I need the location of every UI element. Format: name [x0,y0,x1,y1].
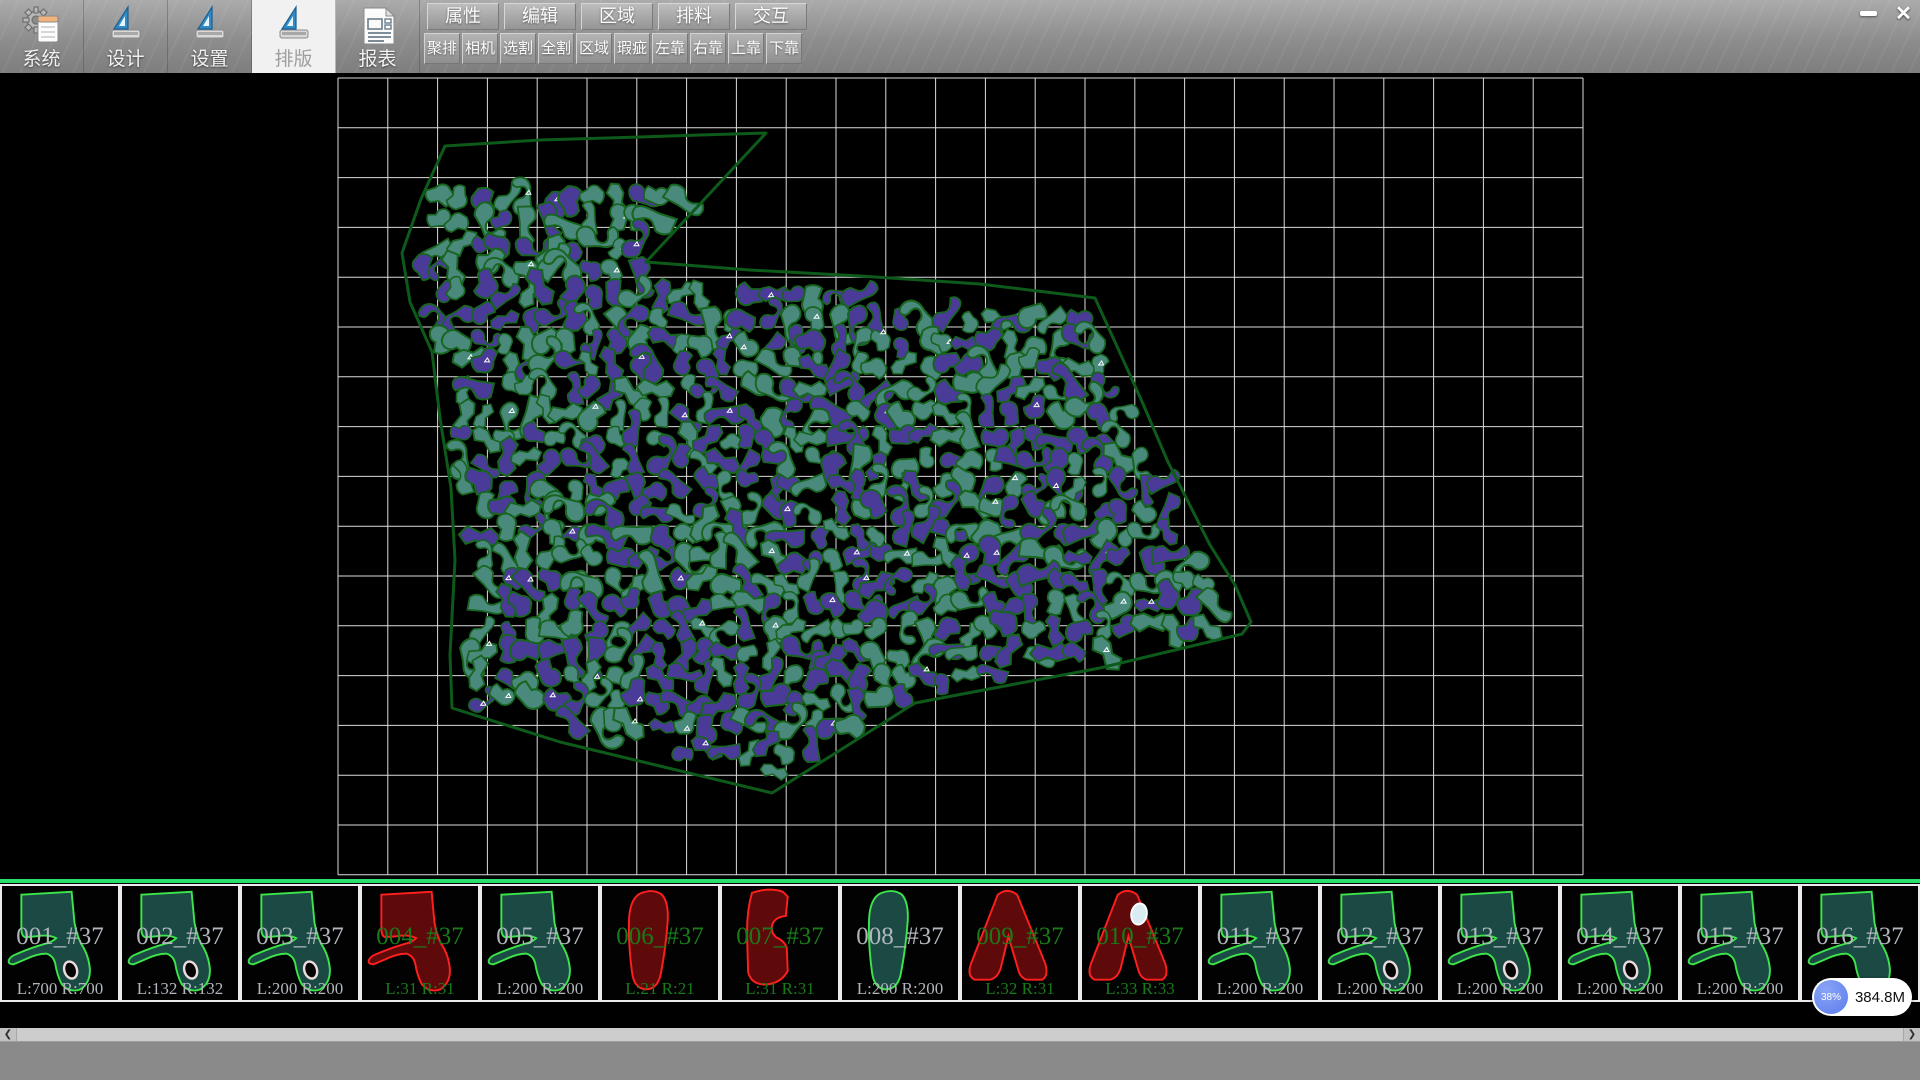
settings-ruler-icon [187,3,233,49]
main-tab-3[interactable]: 排版 [252,0,336,73]
piece-cell-007_#37[interactable]: 007_#37 L:31 R:31 [720,884,840,1002]
piece-lr-label: L:31 R:31 [362,979,478,999]
piece-strip: 001_#37L:700 R:700002_#37L:132 R:132003_… [0,884,1920,1002]
header-bar: 系统设计设置排版报表 属性编辑区域排料交互 聚排相机选割全割区域瑕疵左靠右靠上靠… [0,0,1920,73]
piece-cell-005_#37[interactable]: 005_#37 L:200 R:200 [480,884,600,1002]
piece-id-label: 008_#37 [842,923,958,951]
tool-button-8[interactable]: 上靠 [728,33,764,64]
piece-lr-label: L:200 R:200 [1562,979,1678,999]
piece-lr-label: L:200 R:200 [1202,979,1318,999]
piece-lr-label: L:200 R:200 [1682,979,1798,999]
menu-item-1[interactable]: 编辑 [504,3,576,30]
piece-cell-012_#37[interactable]: 012_#37 L:200 R:200 [1320,884,1440,1002]
horizontal-scrollbar[interactable]: ❮ ❯ [0,1028,1920,1041]
tool-button-2[interactable]: 选割 [500,33,536,64]
piece-id-label: 001_#37 [2,923,118,951]
piece-lr-label: L:33 R:33 [1082,979,1198,999]
piece-cell-014_#37[interactable]: 014_#37 L:200 R:200 [1560,884,1680,1002]
toolbar: 聚排相机选割全割区域瑕疵左靠右靠上靠下靠 [424,33,802,64]
progress-badge[interactable]: 38% 384.8M [1812,978,1912,1016]
main-tab-label: 设计 [106,50,144,70]
piece-cell-010_#37[interactable]: 010_#37 L:33 R:33 [1080,884,1200,1002]
piece-id-label: 010_#37 [1082,923,1198,951]
piece-id-label: 015_#37 [1682,923,1798,951]
piece-lr-label: L:200 R:200 [482,979,598,999]
minimize-button[interactable] [1851,2,1885,24]
tool-button-3[interactable]: 全割 [538,33,574,64]
main-tab-label: 设置 [190,50,228,70]
progress-size-label: 384.8M [1848,989,1912,1006]
piece-cell-003_#37[interactable]: 003_#37 L:200 R:200 [240,884,360,1002]
menu-item-2[interactable]: 区域 [581,3,653,30]
piece-id-label: 006_#37 [602,923,718,951]
tool-button-9[interactable]: 下靠 [766,33,802,64]
main-tab-label: 报表 [358,50,396,70]
nesting-canvas[interactable] [0,73,1920,879]
piece-lr-label: L:200 R:200 [242,979,358,999]
piece-cell-015_#37[interactable]: 015_#37 L:200 R:200 [1680,884,1800,1002]
piece-cell-006_#37[interactable]: 006_#37 L:21 R:21 [600,884,720,1002]
tool-button-0[interactable]: 聚排 [424,33,460,64]
piece-lr-label: L:132 R:132 [122,979,238,999]
tool-button-5[interactable]: 瑕疵 [614,33,650,64]
piece-lr-label: L:21 R:21 [602,979,718,999]
piece-id-label: 016_#37 [1802,923,1918,951]
menu-item-3[interactable]: 排料 [658,3,730,30]
strip-separator-line [0,879,1920,883]
tool-button-7[interactable]: 右靠 [690,33,726,64]
nesting-drawing [0,73,1920,879]
piece-id-label: 013_#37 [1442,923,1558,951]
progress-circle: 38% [1814,980,1848,1014]
main-tab-label: 系统 [22,50,60,70]
design-ruler-icon [103,3,149,49]
piece-cell-002_#37[interactable]: 002_#37 L:132 R:132 [120,884,240,1002]
system-gear-icon [19,3,65,49]
minimize-icon [1860,11,1877,16]
piece-lr-label: L:200 R:200 [1442,979,1558,999]
tool-button-6[interactable]: 左靠 [652,33,688,64]
main-tab-label: 排版 [274,50,312,70]
piece-lr-label: L:32 R:31 [962,979,1078,999]
piece-id-label: 012_#37 [1322,923,1438,951]
piece-cell-011_#37[interactable]: 011_#37 L:200 R:200 [1200,884,1320,1002]
piece-id-label: 009_#37 [962,923,1078,951]
scroll-left-arrow[interactable]: ❮ [0,1028,17,1041]
main-tab-4[interactable]: 报表 [336,0,420,73]
piece-id-label: 014_#37 [1562,923,1678,951]
menu-bar: 属性编辑区域排料交互 [427,3,807,30]
piece-lr-label: L:700 R:700 [2,979,118,999]
status-bar [0,1041,1920,1080]
piece-lr-label: L:31 R:31 [722,979,838,999]
piece-id-label: 002_#37 [122,923,238,951]
piece-cell-008_#37[interactable]: 008_#37 L:200 R:200 [840,884,960,1002]
piece-cell-013_#37[interactable]: 013_#37 L:200 R:200 [1440,884,1560,1002]
application-window: 系统设计设置排版报表 属性编辑区域排料交互 聚排相机选割全割区域瑕疵左靠右靠上靠… [0,0,1920,1080]
main-tab-1[interactable]: 设计 [84,0,168,73]
main-tab-0[interactable]: 系统 [0,0,84,73]
tool-button-4[interactable]: 区域 [576,33,612,64]
main-tab-2[interactable]: 设置 [168,0,252,73]
menu-item-4[interactable]: 交互 [735,3,807,30]
piece-lr-label: L:200 R:200 [1322,979,1438,999]
piece-id-label: 004_#37 [362,923,478,951]
scroll-right-arrow[interactable]: ❯ [1903,1028,1920,1041]
piece-id-label: 011_#37 [1202,923,1318,951]
main-tab-bar: 系统 设计 设置 排版 报表 [0,0,420,73]
piece-id-label: 003_#37 [242,923,358,951]
piece-id-label: 005_#37 [482,923,598,951]
close-button[interactable]: ✕ [1887,2,1920,24]
menu-item-0[interactable]: 属性 [427,3,499,30]
tool-button-1[interactable]: 相机 [462,33,498,64]
piece-id-label: 007_#37 [722,923,838,951]
piece-cell-009_#37[interactable]: 009_#37 L:32 R:31 [960,884,1080,1002]
piece-cell-004_#37[interactable]: 004_#37 L:31 R:31 [360,884,480,1002]
layout-ruler-icon [271,3,317,49]
report-document-icon [355,3,401,49]
piece-lr-label: L:200 R:200 [842,979,958,999]
piece-cell-001_#37[interactable]: 001_#37 L:700 R:700 [0,884,120,1002]
